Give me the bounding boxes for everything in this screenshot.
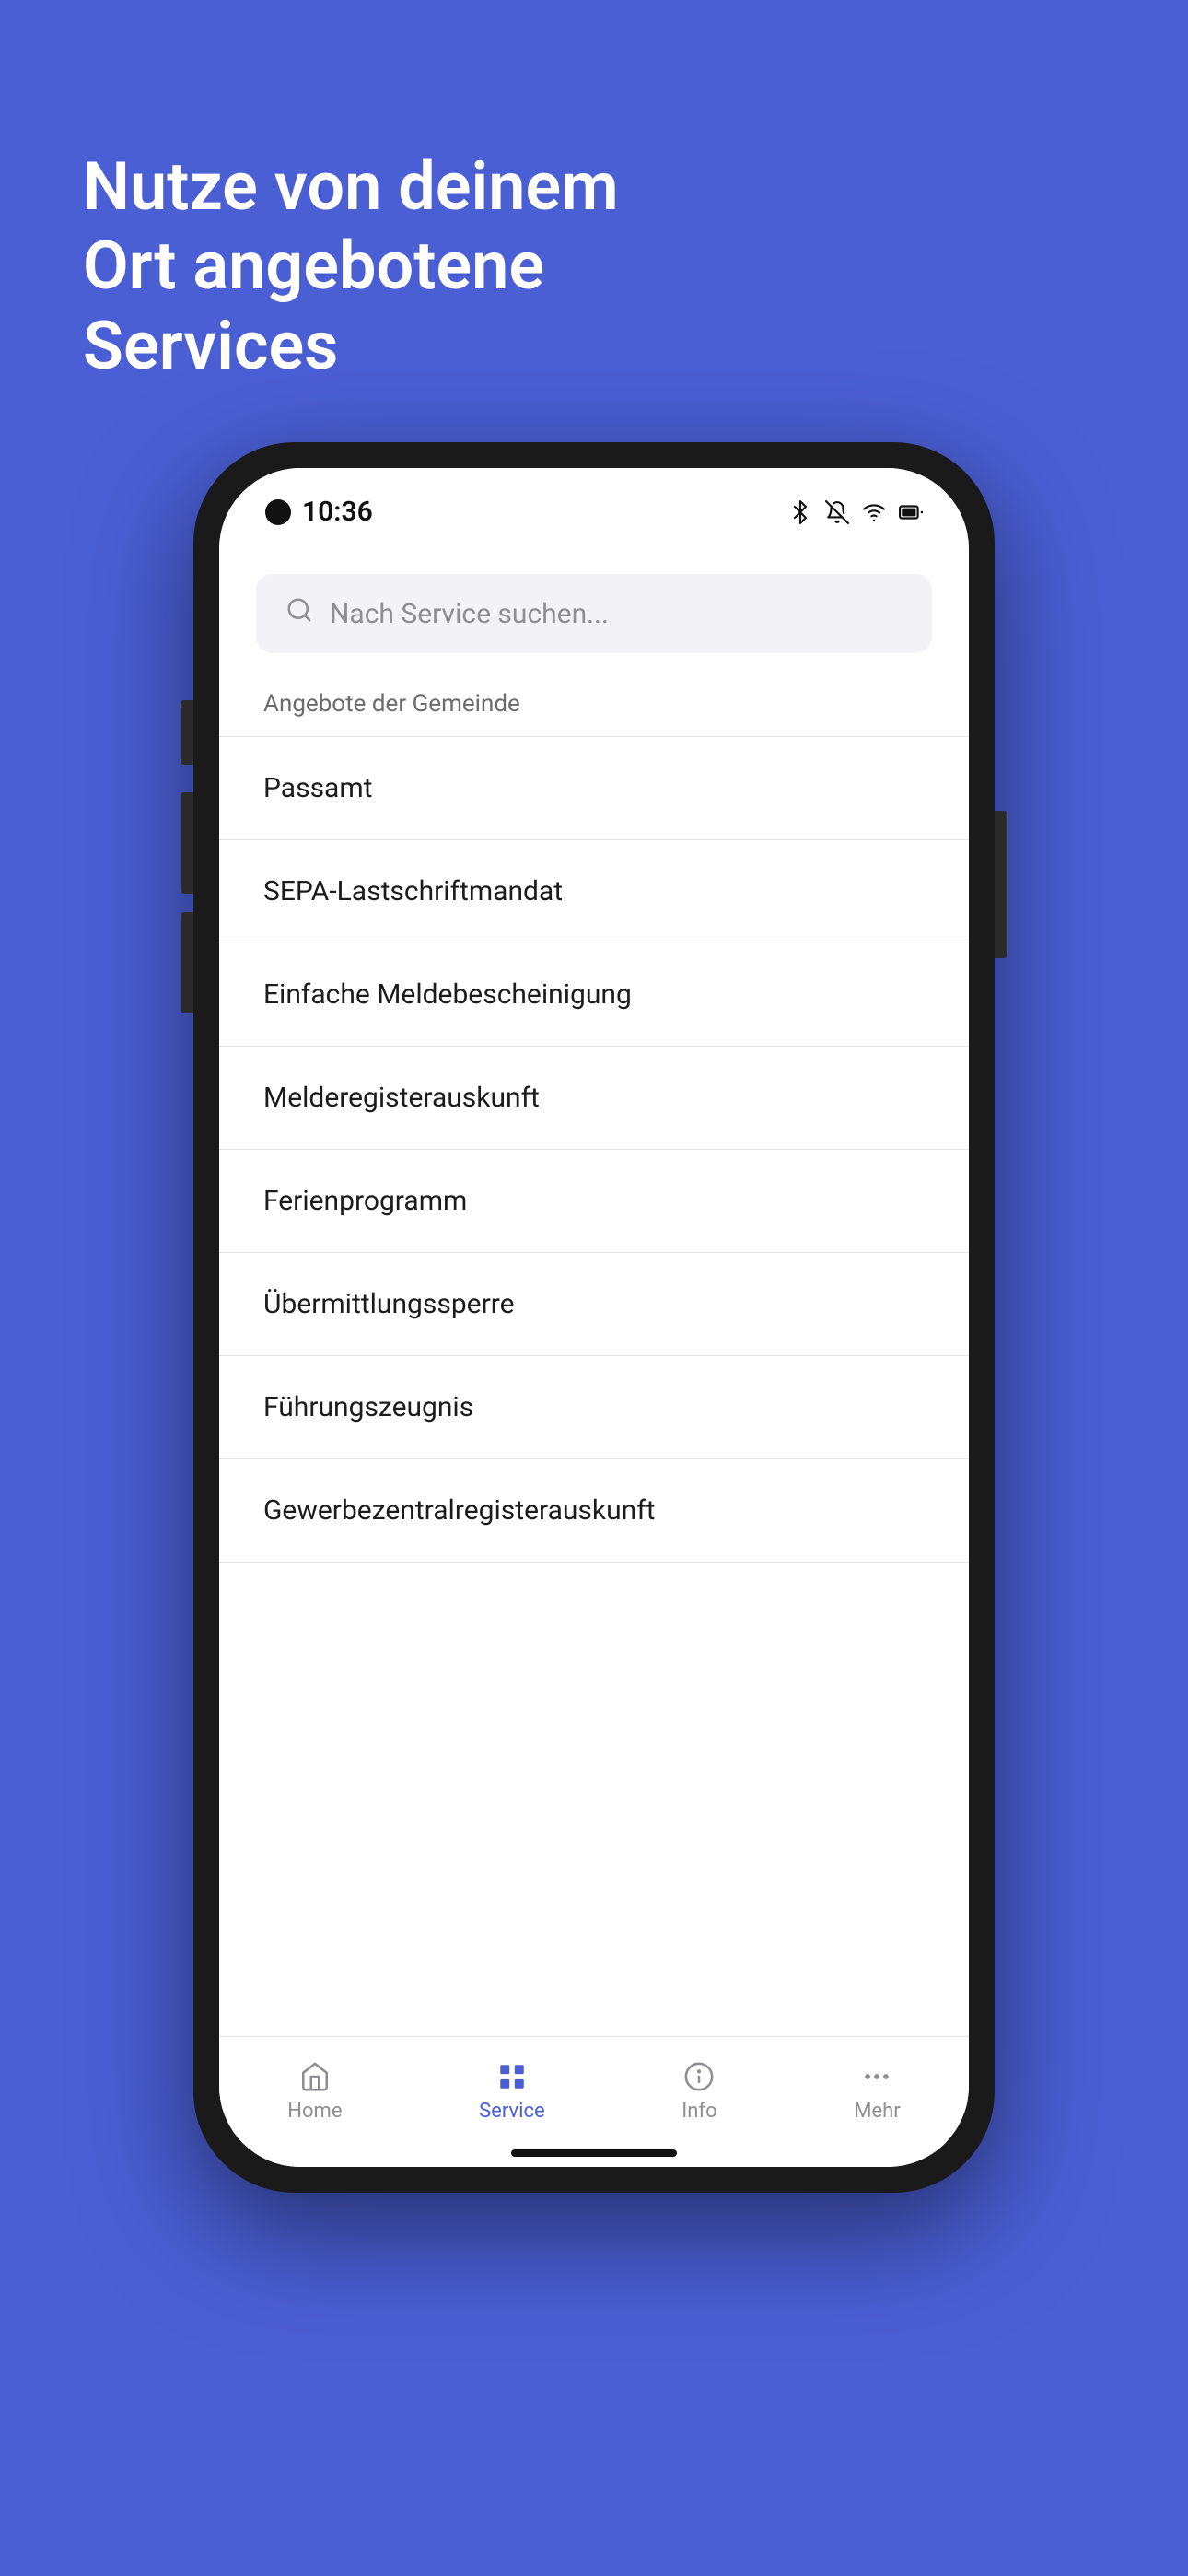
nav-label-service: Service: [479, 2100, 545, 2123]
home-indicator-bar: [511, 2149, 677, 2157]
status-bar: 10:36: [219, 468, 969, 537]
more-icon: [861, 2061, 892, 2092]
hero-title: Nutze von deinem Ort angebotene Services: [83, 147, 728, 386]
app-content: Nach Service suchen... Angebote der Geme…: [219, 537, 969, 2167]
service-item-fuehrungszeugnis[interactable]: Führungszeugnis: [219, 1356, 969, 1459]
home-icon: [299, 2061, 331, 2092]
bell-off-icon: [825, 500, 849, 524]
service-item-uebermittlung[interactable]: Übermittlungssperre: [219, 1253, 969, 1356]
service-item-meldebescheinigung[interactable]: Einfache Meldebescheinigung: [219, 943, 969, 1047]
home-indicator: [219, 2139, 969, 2167]
phone-mockup: 10:36: [193, 442, 995, 2193]
nav-item-home[interactable]: Home: [269, 2054, 360, 2130]
bluetooth-icon: [788, 500, 812, 524]
info-icon: [683, 2061, 715, 2092]
service-item-melderegister[interactable]: Melderegisterauskunft: [219, 1047, 969, 1150]
status-icons-area: [788, 500, 923, 524]
clock-display: 10:36: [302, 496, 373, 528]
nav-label-home: Home: [287, 2100, 342, 2123]
nav-item-mehr[interactable]: Mehr: [835, 2054, 918, 2130]
front-camera: [265, 499, 291, 525]
search-bar[interactable]: Nach Service suchen...: [256, 574, 932, 653]
volume-down-button: [181, 912, 193, 1013]
nav-label-mehr: Mehr: [854, 2100, 900, 2123]
power-button: [995, 811, 1007, 958]
phone-screen: 10:36: [219, 468, 969, 2167]
service-item-sepa[interactable]: SEPA-Lastschriftmandat: [219, 840, 969, 943]
service-item-ferienprogramm[interactable]: Ferienprogramm: [219, 1150, 969, 1253]
nav-label-info: Info: [681, 2100, 716, 2123]
service-item-gewerbezentral[interactable]: Gewerbezentralregisterauskunft: [219, 1459, 969, 1563]
service-grid-icon: [496, 2061, 528, 2092]
wifi-icon: [862, 500, 886, 524]
phone-shell: 10:36: [193, 442, 995, 2193]
service-list: Passamt SEPA-Lastschriftmandat Einfache …: [219, 736, 969, 2036]
nav-item-service[interactable]: Service: [460, 2054, 564, 2130]
bottom-navigation: Home Service: [219, 2036, 969, 2139]
volume-up-button: [181, 792, 193, 894]
nav-item-info[interactable]: Info: [663, 2054, 735, 2130]
section-title: Angebote der Gemeinde: [219, 690, 969, 736]
search-icon: [285, 596, 313, 631]
search-input[interactable]: Nach Service suchen...: [330, 598, 609, 630]
service-item-passamt[interactable]: Passamt: [219, 737, 969, 840]
volume-silent-button: [181, 700, 193, 765]
status-time-area: 10:36: [265, 496, 373, 528]
battery-icon: [899, 500, 923, 524]
